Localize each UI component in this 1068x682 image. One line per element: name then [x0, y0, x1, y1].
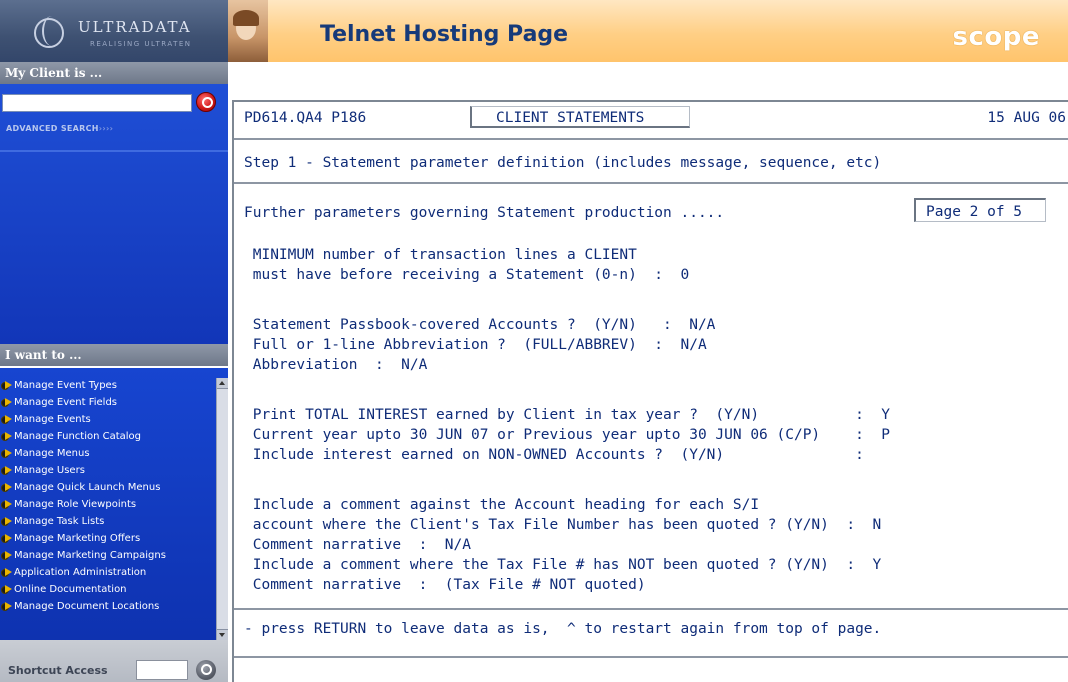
- divider: [234, 182, 1068, 184]
- terminal-header: PD614.QA4 P186 CLIENT STATEMENTS 15 AUG …: [234, 102, 1068, 138]
- menu-item-manage-menus[interactable]: Manage Menus: [0, 446, 216, 463]
- divider: [0, 150, 228, 152]
- scope-logo: scope: [952, 22, 1040, 52]
- client-section-header: My Client is ...: [0, 62, 228, 84]
- footer-hint: - press RETURN to leave data as is, ^ to…: [244, 621, 882, 637]
- menu-item-label: Online Documentation: [14, 584, 127, 595]
- terminal-line: Comment narrative : N/A: [244, 537, 471, 553]
- advanced-search-arrows-icon: ››››: [98, 124, 114, 133]
- menu-items: Manage Event Types Manage Event Fields M…: [0, 378, 216, 616]
- menu-arrow-icon: [1, 449, 12, 458]
- advanced-search-label: ADVANCED SEARCH: [6, 124, 99, 133]
- menu-item-manage-event-fields[interactable]: Manage Event Fields: [0, 395, 216, 412]
- menu-arrow-icon: [1, 517, 12, 526]
- sidebar: ULTRADATA REALISING ULTRATEN My Client i…: [0, 0, 228, 682]
- terminal-line: Print TOTAL INTEREST earned by Client in…: [244, 407, 891, 423]
- menu-item-online-documentation[interactable]: Online Documentation: [0, 582, 216, 599]
- menu-item-label: Manage Events: [14, 414, 91, 425]
- menu-arrow-icon: [1, 432, 12, 441]
- menu-item-manage-marketing-offers[interactable]: Manage Marketing Offers: [0, 531, 216, 548]
- menu-arrow-icon: [1, 381, 12, 390]
- page-indicator: Page 2 of 5: [926, 204, 1023, 220]
- menu-item-manage-events[interactable]: Manage Events: [0, 412, 216, 429]
- brand-bar: ULTRADATA REALISING ULTRATEN: [0, 0, 228, 62]
- menu-arrow-icon: [1, 483, 12, 492]
- menu-item-manage-document-locations[interactable]: Manage Document Locations: [0, 599, 216, 616]
- client-search-input[interactable]: [2, 94, 192, 112]
- terminal-line: Include a comment against the Account he…: [244, 497, 760, 513]
- screen-title: CLIENT STATEMENTS: [496, 110, 645, 126]
- screen-title-box: CLIENT STATEMENTS: [470, 106, 690, 128]
- menu-item-label: Manage Role Viewpoints: [14, 499, 137, 510]
- brand-tagline: REALISING ULTRATEN: [90, 40, 192, 48]
- menu-item-manage-task-lists[interactable]: Manage Task Lists: [0, 514, 216, 531]
- shortcut-input[interactable]: [136, 660, 188, 680]
- menu-item-label: Manage Users: [14, 465, 85, 476]
- divider: [234, 608, 1068, 610]
- page-indicator-box: Page 2 of 5: [914, 198, 1046, 222]
- menu-item-label: Application Administration: [14, 567, 147, 578]
- shortcut-go-button[interactable]: [196, 660, 216, 680]
- divider: [234, 656, 1068, 658]
- page-title: Telnet Hosting Page: [320, 22, 569, 47]
- terminal-line: Comment narrative : (Tax File # NOT quot…: [244, 577, 646, 593]
- banner: Telnet Hosting Page scope: [228, 0, 1068, 62]
- menu-arrow-icon: [1, 602, 12, 611]
- menu-item-label: Manage Quick Launch Menus: [14, 482, 161, 493]
- menu-scrollbar[interactable]: [216, 378, 228, 640]
- terminal-line: account where the Client's Tax File Numb…: [244, 517, 882, 533]
- menu-arrow-icon: [1, 500, 12, 509]
- shortcut-label: Shortcut Access: [8, 664, 108, 677]
- brand-name: ULTRADATA: [78, 18, 192, 36]
- menu-list: Manage Event Types Manage Event Fields M…: [0, 368, 228, 640]
- terminal-line: must have before receiving a Statement (…: [244, 267, 690, 283]
- menu-item-manage-function-catalog[interactable]: Manage Function Catalog: [0, 429, 216, 446]
- menu-arrow-icon: [1, 466, 12, 475]
- menu-section-header: I want to ...: [0, 344, 228, 366]
- advanced-search-link[interactable]: ADVANCED SEARCH››››: [6, 124, 113, 133]
- menu-item-application-administration[interactable]: Application Administration: [0, 565, 216, 582]
- ultradata-logo-icon: [34, 16, 64, 48]
- menu-item-label: Manage Event Fields: [14, 397, 118, 408]
- terminal-line: Include a comment where the Tax File # h…: [244, 557, 882, 573]
- screen-date: 15 AUG 06: [987, 110, 1066, 126]
- divider: [234, 138, 1068, 140]
- menu-item-manage-quick-launch-menus[interactable]: Manage Quick Launch Menus: [0, 480, 216, 497]
- menu-item-label: Manage Document Locations: [14, 601, 160, 612]
- menu-arrow-icon: [1, 585, 12, 594]
- menu-item-label: Manage Marketing Campaigns: [14, 550, 166, 561]
- terminal-line: Current year upto 30 JUN 07 or Previous …: [244, 427, 891, 443]
- menu-arrow-icon: [1, 398, 12, 407]
- telnet-terminal[interactable]: PD614.QA4 P186 CLIENT STATEMENTS 15 AUG …: [232, 100, 1068, 682]
- menu-arrow-icon: [1, 551, 12, 560]
- terminal-line: Statement Passbook-covered Accounts ? (Y…: [244, 317, 716, 333]
- terminal-line: Include interest earned on NON-OWNED Acc…: [244, 447, 864, 463]
- menu-item-manage-users[interactable]: Manage Users: [0, 463, 216, 480]
- menu-item-manage-event-types[interactable]: Manage Event Types: [0, 378, 216, 395]
- menu-item-manage-marketing-campaigns[interactable]: Manage Marketing Campaigns: [0, 548, 216, 565]
- menu-item-label: Manage Event Types: [14, 380, 117, 391]
- terminal-line: Full or 1-line Abbreviation ? (FULL/ABBR…: [244, 337, 707, 353]
- menu-arrow-icon: [1, 534, 12, 543]
- banner-photo: [228, 0, 268, 62]
- client-search-button[interactable]: [196, 92, 216, 112]
- step-line: Step 1 - Statement parameter definition …: [244, 155, 882, 171]
- shortcut-bar: Shortcut Access: [0, 640, 228, 682]
- terminal-line: MINIMUM number of transaction lines a CL…: [244, 247, 637, 263]
- client-panel: ADVANCED SEARCH››››: [0, 84, 228, 344]
- terminal-line: Abbreviation : N/A: [244, 357, 428, 373]
- menu-item-label: Manage Function Catalog: [14, 431, 142, 442]
- menu-item-label: Manage Marketing Offers: [14, 533, 141, 544]
- menu-item-label: Manage Menus: [14, 448, 90, 459]
- program-id: PD614.QA4 P186: [244, 110, 367, 126]
- menu-item-manage-role-viewpoints[interactable]: Manage Role Viewpoints: [0, 497, 216, 514]
- menu-arrow-icon: [1, 415, 12, 424]
- menu-item-label: Manage Task Lists: [14, 516, 105, 527]
- scroll-up-arrow-icon[interactable]: [217, 378, 228, 389]
- menu-arrow-icon: [1, 568, 12, 577]
- scroll-down-arrow-icon[interactable]: [217, 629, 228, 640]
